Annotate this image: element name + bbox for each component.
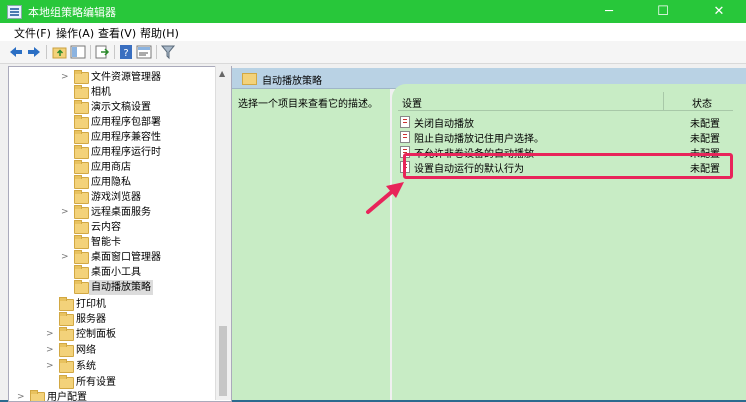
folder-icon xyxy=(74,175,89,189)
menu-action[interactable]: 操作(A) xyxy=(56,25,94,41)
column-setting[interactable]: 设置 xyxy=(402,95,422,110)
description-text: 选择一个项目来查看它的描述。 xyxy=(238,99,378,110)
details-pane: 自动播放策略 选择一个项目来查看它的描述。 设置 状态 关闭自动播放 未配置 阻止… xyxy=(232,66,746,400)
toolbar-separator xyxy=(46,45,47,59)
menu-help[interactable]: 帮助(H) xyxy=(140,25,179,41)
settings-list: 设置 状态 关闭自动播放 未配置 阻止自动播放记住用户选择。 未配置 不允许非卷设备… xyxy=(392,84,746,400)
scroll-up-icon[interactable]: ▲ xyxy=(219,69,225,78)
folder-icon xyxy=(59,343,74,357)
svg-text:?: ? xyxy=(123,48,128,59)
folder-icon xyxy=(59,312,74,326)
expand-arrow-icon[interactable]: > xyxy=(61,70,71,85)
filter-icon[interactable] xyxy=(160,44,176,60)
window-title: 本地组策略编辑器 xyxy=(28,6,116,19)
close-button[interactable]: ✕ xyxy=(696,0,742,23)
description-pane: 选择一个项目来查看它的描述。 xyxy=(232,89,390,400)
folder-icon xyxy=(74,265,89,279)
folder-open-icon xyxy=(74,280,89,294)
folder-icon xyxy=(74,205,89,219)
back-arrow-icon[interactable] xyxy=(8,44,24,60)
folder-icon xyxy=(74,130,89,144)
minimize-button[interactable]: ─ xyxy=(586,0,632,23)
list-item[interactable]: 阻止自动播放记住用户选择。 未配置 xyxy=(398,129,733,145)
up-folder-icon[interactable] xyxy=(52,44,68,60)
folder-icon xyxy=(59,327,74,341)
toolbar: ? xyxy=(0,41,746,64)
toolbar-separator xyxy=(156,45,157,59)
menu-file[interactable]: 文件(F) xyxy=(14,25,51,41)
folder-icon xyxy=(74,100,89,114)
help-icon[interactable]: ? xyxy=(118,44,134,60)
folder-icon xyxy=(242,73,257,85)
group-policy-window: 本地组策略编辑器 ─ ☐ ✕ 文件(F) 操作(A) 查看(V) 帮助(H) ?… xyxy=(0,0,746,402)
folder-icon xyxy=(74,235,89,249)
expand-arrow-icon[interactable]: > xyxy=(46,343,56,358)
policy-setting-icon xyxy=(400,131,410,143)
folder-icon xyxy=(74,145,89,159)
folder-icon xyxy=(74,85,89,99)
list-item[interactable]: 关闭自动播放 未配置 xyxy=(398,114,733,130)
policy-setting-icon xyxy=(400,116,410,128)
tree-scrollbar[interactable]: ▲ xyxy=(215,66,231,400)
scrollbar-thumb[interactable] xyxy=(219,326,227,396)
toolbar-separator xyxy=(90,45,91,59)
list-header: 设置 状态 xyxy=(398,92,733,111)
folder-icon xyxy=(59,297,74,311)
column-state[interactable]: 状态 xyxy=(692,95,712,110)
expand-arrow-icon[interactable]: > xyxy=(17,390,27,401)
show-hide-tree-icon[interactable] xyxy=(70,44,86,60)
column-divider[interactable] xyxy=(663,92,664,110)
expand-arrow-icon[interactable]: > xyxy=(46,327,56,342)
menu-bar: 文件(F) 操作(A) 查看(V) 帮助(H) xyxy=(0,23,746,41)
user-config-icon xyxy=(30,390,45,401)
folder-icon xyxy=(74,190,89,204)
app-icon xyxy=(7,5,22,19)
folder-icon xyxy=(74,160,89,174)
maximize-button[interactable]: ☐ xyxy=(640,0,686,23)
expand-arrow-icon[interactable]: > xyxy=(61,250,71,265)
folder-icon xyxy=(74,115,89,129)
folder-icon xyxy=(59,359,74,373)
folder-icon xyxy=(74,250,89,264)
expand-arrow-icon[interactable]: > xyxy=(61,205,71,220)
export-list-icon[interactable] xyxy=(94,44,110,60)
menu-view[interactable]: 查看(V) xyxy=(98,25,136,41)
annotation-arrow-icon xyxy=(366,182,404,214)
forward-arrow-icon[interactable] xyxy=(26,44,42,60)
properties-icon[interactable] xyxy=(136,44,152,60)
folder-icon xyxy=(74,220,89,234)
expand-arrow-icon[interactable]: > xyxy=(46,359,56,374)
toolbar-separator xyxy=(114,45,115,59)
title-bar[interactable]: 本地组策略编辑器 ─ ☐ ✕ xyxy=(0,0,746,23)
policy-tree[interactable]: > 文件资源管理器 相机 演示文稿设置 应用程序包部署 应用程序兼容性 应用程序运… xyxy=(8,66,232,402)
all-settings-icon xyxy=(59,375,74,389)
folder-icon xyxy=(74,70,89,84)
annotation-highlight-box xyxy=(403,153,733,179)
